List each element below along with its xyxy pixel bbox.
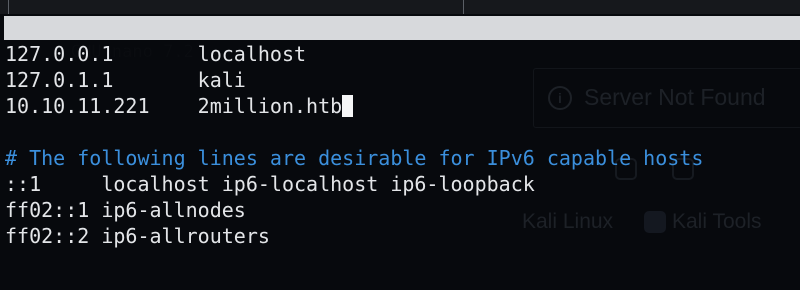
line-text: ff02::2 ip6-allrouters: [5, 224, 270, 248]
tab-divider: [463, 0, 464, 14]
hosts-line[interactable]: ::1 localhost ip6-localhost ip6-loopback: [5, 171, 703, 197]
line-text: ::1 localhost ip6-localhost ip6-loopback: [5, 172, 535, 196]
hosts-line[interactable]: [5, 119, 703, 145]
line-text: 127.0.0.1 localhost: [5, 42, 307, 66]
line-text: ff02::1 ip6-allnodes: [5, 198, 246, 222]
terminal-tab-strip[interactable]: [0, 0, 800, 14]
hosts-line[interactable]: ff02::2 ip6-allrouters: [5, 223, 703, 249]
hosts-line[interactable]: 127.0.1.1 kali: [5, 67, 703, 93]
text-cursor: [342, 95, 354, 117]
line-text: # The following lines are desirable for …: [5, 146, 704, 170]
line-text: 127.0.1.1 kali: [5, 68, 246, 92]
hosts-line[interactable]: ff02::1 ip6-allnodes: [5, 197, 703, 223]
hosts-line[interactable]: 10.10.11.221 2million.htb: [5, 93, 703, 119]
comment-line[interactable]: # The following lines are desirable for …: [5, 145, 703, 171]
hosts-line[interactable]: 127.0.0.1 localhost: [5, 41, 703, 67]
tab-divider: [8, 0, 9, 14]
terminal-window: i Server Not Found Kali Linux Kali Tools…: [0, 0, 800, 290]
editor-buffer[interactable]: 127.0.0.1 localhost 127.0.1.1 kali 10.10.1…: [5, 41, 703, 249]
nano-title-bar: GNU nano 7.2: [4, 16, 800, 62]
line-text: 10.10.11.221 2million.htb: [5, 94, 343, 118]
